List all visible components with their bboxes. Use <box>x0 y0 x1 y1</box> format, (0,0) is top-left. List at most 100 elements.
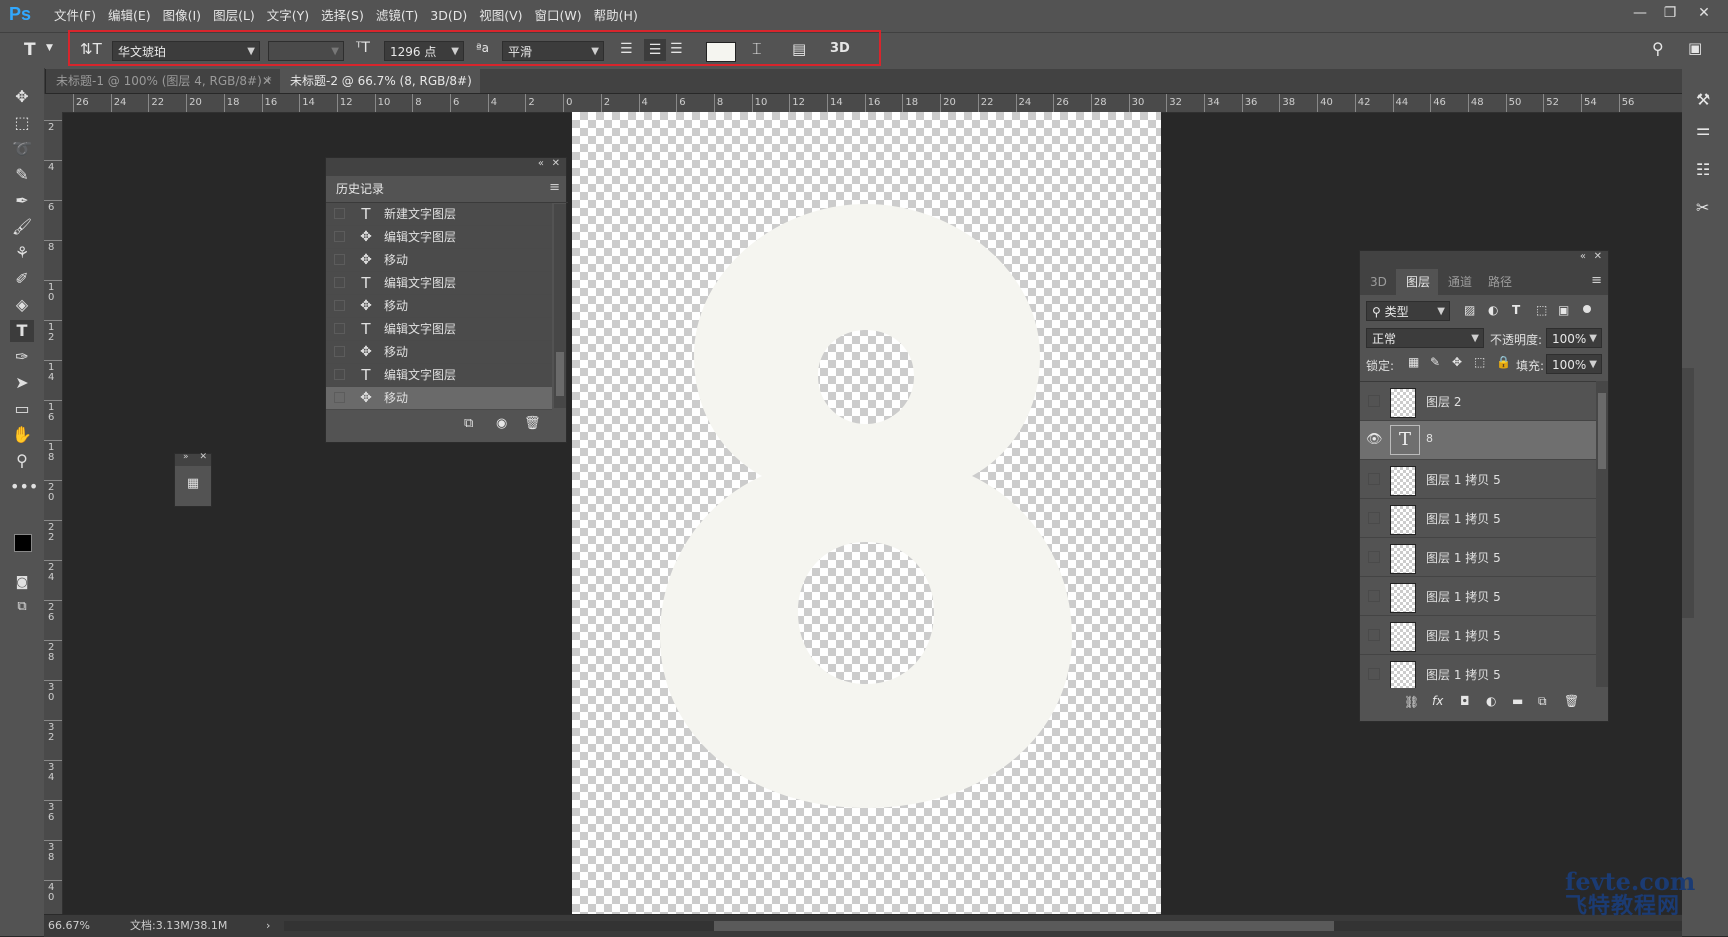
close-icon[interactable]: ✕ <box>199 452 207 462</box>
character-panel-icon[interactable]: ▤ <box>792 40 806 58</box>
align-left-icon[interactable]: ☰ <box>620 41 633 57</box>
filter-shape-icon[interactable]: ⬚ <box>1536 303 1547 317</box>
filter-toggle-icon[interactable] <box>1582 303 1592 319</box>
zoom-level[interactable]: 66.67% <box>48 915 90 937</box>
menu-item[interactable]: 帮助(H) <box>588 7 644 25</box>
eyedropper-tool-icon[interactable]: ✒ <box>10 190 34 212</box>
menu-item[interactable]: 图像(I) <box>157 7 207 25</box>
quick-mask-icon[interactable]: ◙ <box>10 572 34 594</box>
history-brush-icon[interactable]: ✐ <box>10 268 34 290</box>
type-tool-preset-icon[interactable]: T <box>24 40 36 60</box>
document-tab-active[interactable]: 未标题-2 @ 66.7% (8, RGB/8#) * ✕ <box>280 69 480 112</box>
document-canvas[interactable] <box>572 112 1161 914</box>
filter-adjust-icon[interactable]: ◐ <box>1488 303 1498 317</box>
marquee-tool-icon[interactable]: ⬚ <box>10 112 34 134</box>
snapshot-checkbox[interactable] <box>334 323 345 334</box>
layer-name[interactable]: 图层 1 拷贝 5 <box>1426 549 1501 566</box>
layers-scrollbar[interactable] <box>1596 381 1608 687</box>
restore-button[interactable]: ❐ <box>1656 3 1684 23</box>
fill-input[interactable]: 100% ▼ <box>1546 354 1602 374</box>
layer-name[interactable]: 图层 1 拷贝 5 <box>1426 627 1501 644</box>
history-item[interactable]: ✥ 移动 <box>326 387 552 410</box>
layer-row[interactable]: 图层 2 <box>1360 382 1596 421</box>
screen-mode-icon[interactable]: ⧉ <box>10 596 34 618</box>
font-style-select[interactable]: ▼ <box>268 41 344 61</box>
menu-item[interactable]: 文件(F) <box>48 7 102 25</box>
close-icon[interactable]: ✕ <box>552 158 560 169</box>
more-tools-icon[interactable]: ••• <box>10 476 38 498</box>
eye-icon[interactable]: 👁 <box>1366 432 1383 447</box>
panel-menu-icon[interactable]: ≡ <box>549 180 560 195</box>
chevron-right-icon[interactable]: › <box>266 915 270 937</box>
menu-item[interactable]: 3D(D) <box>424 7 473 25</box>
filter-pixel-icon[interactable]: ▨ <box>1464 303 1475 317</box>
warp-text-icon[interactable]: ⌶ <box>752 39 762 59</box>
history-item[interactable]: T 新建文字图层 <box>326 203 552 226</box>
brush-tool-icon[interactable]: 🖌 <box>10 216 34 238</box>
preset-chevron-icon[interactable]: ▼ <box>46 43 53 53</box>
snapshot-checkbox[interactable] <box>334 392 345 403</box>
quick-select-tool-icon[interactable]: ✎ <box>10 164 34 186</box>
snapshot-checkbox[interactable] <box>334 208 345 219</box>
adjustment-layer-icon[interactable]: ◐ <box>1486 694 1496 708</box>
link-layers-icon[interactable]: ⛓ <box>1404 695 1419 709</box>
pen-tool-icon[interactable]: ✑ <box>10 346 34 368</box>
zoom-tool-icon[interactable]: ⚲ <box>10 450 34 472</box>
history-item[interactable]: T 编辑文字图层 <box>326 272 552 295</box>
tool-presets-icon[interactable]: ✂ <box>1696 198 1709 217</box>
layer-filter-select[interactable]: ⚲ 类型 ▼ <box>1366 301 1450 321</box>
layer-name[interactable]: 图层 1 拷贝 5 <box>1426 666 1501 683</box>
menu-item[interactable]: 编辑(E) <box>102 7 157 25</box>
horizontal-ruler[interactable]: 26 24 22 20 18 16 14 12 10 8 6 4 2 0 2 4 6 8 10 12 14 16 18 20 2… <box>61 94 1682 113</box>
tab-paths[interactable]: 路径 <box>1478 269 1523 295</box>
visibility-toggle[interactable] <box>1368 668 1380 680</box>
eraser-tool-icon[interactable]: ◈ <box>10 294 34 316</box>
collapse-icon[interactable]: « <box>1580 251 1586 262</box>
history-item[interactable]: T 编辑文字图层 <box>326 364 552 387</box>
layer-style-icon[interactable]: fx <box>1432 694 1443 708</box>
rectangle-tool-icon[interactable]: ▭ <box>10 398 34 420</box>
new-group-icon[interactable]: ▬ <box>1512 694 1523 708</box>
menu-item[interactable]: 视图(V) <box>473 7 528 25</box>
collapse-icon[interactable]: » <box>183 452 189 462</box>
search-icon[interactable]: ⚲ <box>1652 39 1664 58</box>
minimize-button[interactable]: — <box>1626 3 1654 23</box>
layer-row[interactable]: 👁 T 8 <box>1360 421 1596 460</box>
layer-row[interactable]: 图层 1 拷贝 5 <box>1360 616 1596 655</box>
layer-row[interactable]: 图层 1 拷贝 5 <box>1360 499 1596 538</box>
history-scrollbar[interactable] <box>554 204 566 408</box>
layer-name[interactable]: 图层 1 拷贝 5 <box>1426 510 1501 527</box>
visibility-toggle[interactable] <box>1368 551 1380 563</box>
scrollbar-thumb[interactable] <box>556 352 564 396</box>
lock-position-icon[interactable]: ✥ <box>1452 355 1462 369</box>
lock-pixels-icon[interactable]: ✎ <box>1430 355 1440 369</box>
panel-menu-icon[interactable]: ≡ <box>1591 273 1602 288</box>
trash-icon[interactable]: 🗑 <box>1564 694 1579 708</box>
close-icon[interactable]: ✕ <box>262 69 272 93</box>
path-select-tool-icon[interactable]: ➤ <box>10 372 34 394</box>
menu-item[interactable]: 图层(L) <box>207 7 261 25</box>
tab-history[interactable]: 历史记录 <box>326 176 395 202</box>
close-button[interactable]: ✕ <box>1690 3 1718 23</box>
layer-name[interactable]: 图层 1 拷贝 5 <box>1426 588 1501 605</box>
close-icon[interactable]: ✕ <box>1594 251 1602 262</box>
adjustments-panel-icon[interactable]: ⚌ <box>1696 120 1710 139</box>
scrollbar-thumb[interactable] <box>1598 393 1606 469</box>
layer-row[interactable]: 图层 1 拷贝 5 <box>1360 577 1596 616</box>
layer-name[interactable]: 图层 1 拷贝 5 <box>1426 471 1501 488</box>
vertical-ruler[interactable]: 2 4 6 8 1 0 1 2 1 4 1 6 1 8 2 0 2 2 2 4 2 6 2 8 3 0 3 2… <box>44 112 63 914</box>
tab-channels[interactable]: 通道 <box>1438 269 1483 295</box>
visibility-toggle[interactable] <box>1368 473 1380 485</box>
visibility-toggle[interactable] <box>1368 590 1380 602</box>
lock-all-icon[interactable]: 🔒 <box>1496 355 1511 369</box>
visibility-toggle[interactable] <box>1368 629 1380 641</box>
antialias-select[interactable]: 平滑 ▼ <box>502 41 604 61</box>
add-mask-icon[interactable]: ◘ <box>1460 694 1470 708</box>
history-item[interactable]: ✥ 编辑文字图层 <box>326 226 552 249</box>
three-d-button[interactable]: 3D <box>830 41 850 56</box>
text-color-swatch[interactable] <box>706 42 736 62</box>
tab-layers[interactable]: 图层 <box>1396 269 1441 295</box>
scrollbar-thumb[interactable] <box>714 921 1334 931</box>
collapse-icon[interactable]: « <box>538 158 544 169</box>
history-item[interactable]: ✥ 移动 <box>326 341 552 364</box>
